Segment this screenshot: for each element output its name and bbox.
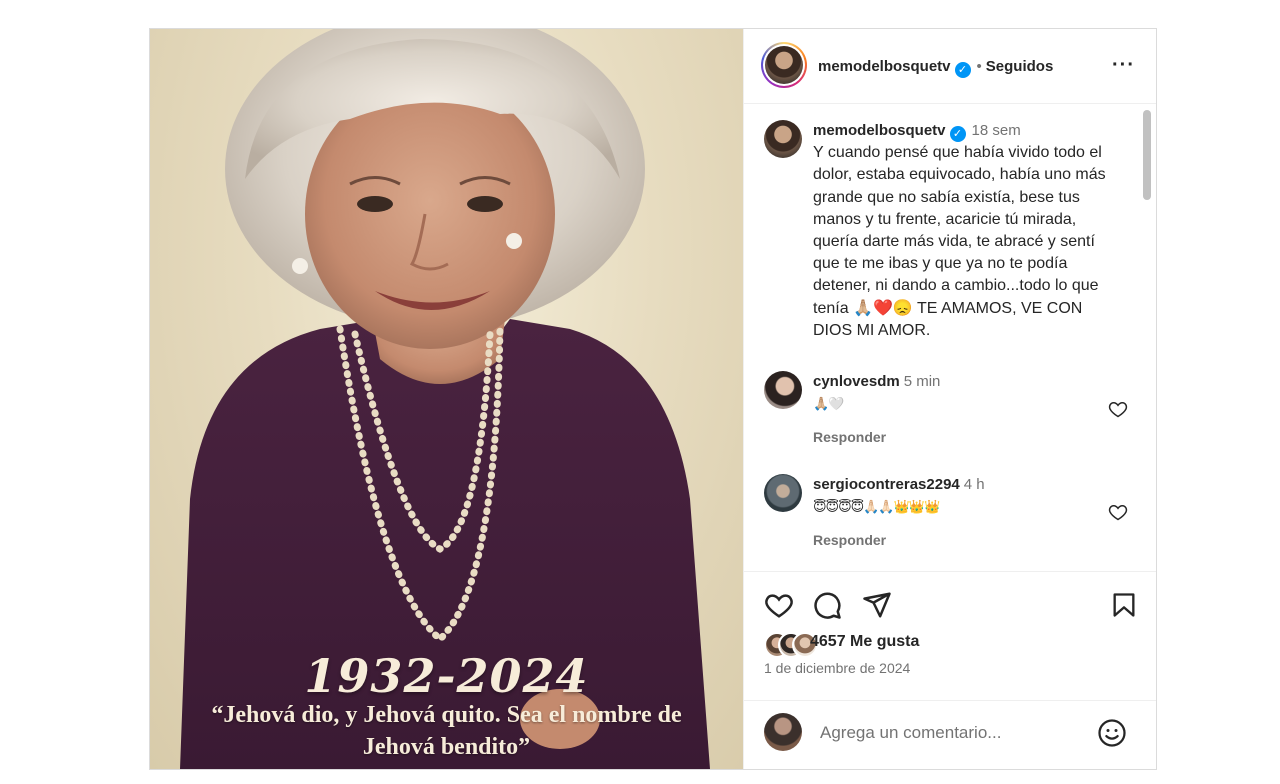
comment-username[interactable]: sergiocontreras2294 <box>813 476 960 493</box>
post-header: memodelbosquetv ✓ • Seguidos ··· <box>744 29 1156 104</box>
author-username[interactable]: memodelbosquetv <box>818 58 951 75</box>
reply-button[interactable]: Responder <box>813 532 886 548</box>
post-dialog: 1932-2024 “Jehová dio, y Jehová quito. S… <box>149 28 1157 770</box>
smiley-icon[interactable] <box>1097 718 1127 753</box>
add-comment-input[interactable] <box>818 717 1082 749</box>
caption-username[interactable]: memodelbosquetv <box>813 122 946 139</box>
send-icon[interactable] <box>862 590 892 625</box>
post-side-panel: memodelbosquetv ✓ • Seguidos ··· memodelbos… <box>743 29 1156 769</box>
add-comment-bar <box>744 700 1156 769</box>
author-avatar[interactable] <box>765 46 803 84</box>
scrollbar-thumb[interactable] <box>1143 110 1151 200</box>
comment-like-icon[interactable] <box>1108 502 1128 527</box>
following-button[interactable]: Seguidos <box>986 58 1054 75</box>
caption-text-block: memodelbosquetv ✓ 18 sem Y cuando pensé qu… <box>813 120 1123 342</box>
comment-text: 🙏🏼🤍 <box>813 397 844 412</box>
comment-time[interactable]: 4 h <box>964 476 985 493</box>
verified-badge-icon: ✓ <box>954 62 971 78</box>
comment-avatar[interactable] <box>764 474 802 512</box>
post-image[interactable]: 1932-2024 “Jehová dio, y Jehová quito. S… <box>150 29 743 769</box>
memorial-years: 1932-2024 <box>304 649 589 703</box>
reply-button[interactable]: Responder <box>813 429 886 445</box>
memorial-quote: “Jehová dio, y Jehová quito. Sea el nomb… <box>211 702 682 760</box>
caption-time[interactable]: 18 sem <box>972 122 1021 139</box>
comment-icon[interactable] <box>812 590 842 625</box>
comments-scroll-area[interactable]: memodelbosquetv ✓ 18 sem Y cuando pensé qu… <box>744 104 1156 572</box>
separator-dot: • <box>976 58 982 75</box>
comment-body: cynlovesdm 5 min 🙏🏼🤍 <box>813 371 1083 416</box>
heart-icon[interactable] <box>764 590 794 625</box>
comment-body: sergiocontreras2294 4 h 😇😇😇😇🙏🏻🙏🏻👑👑👑 <box>813 474 1083 519</box>
current-user-avatar <box>764 713 802 751</box>
author-name-row: memodelbosquetv ✓ • Seguidos <box>818 58 1053 78</box>
comment-like-icon[interactable] <box>1108 399 1128 424</box>
comment-avatar[interactable] <box>764 371 802 409</box>
caption-author-avatar[interactable] <box>764 120 802 158</box>
caption-text: Y cuando pensé que había vivido todo el … <box>813 144 1106 339</box>
bookmark-icon[interactable] <box>1110 590 1138 625</box>
comment-time[interactable]: 5 min <box>904 373 941 390</box>
comment-username[interactable]: cynlovesdm <box>813 373 900 390</box>
comment-text: 😇😇😇😇🙏🏻🙏🏻👑👑👑 <box>813 500 940 515</box>
likes-count[interactable]: 4657 Me gusta <box>810 633 919 651</box>
verified-badge-icon: ✓ <box>949 126 966 142</box>
more-options-icon[interactable]: ··· <box>1112 55 1135 75</box>
post-date[interactable]: 1 de diciembre de 2024 <box>764 660 910 676</box>
